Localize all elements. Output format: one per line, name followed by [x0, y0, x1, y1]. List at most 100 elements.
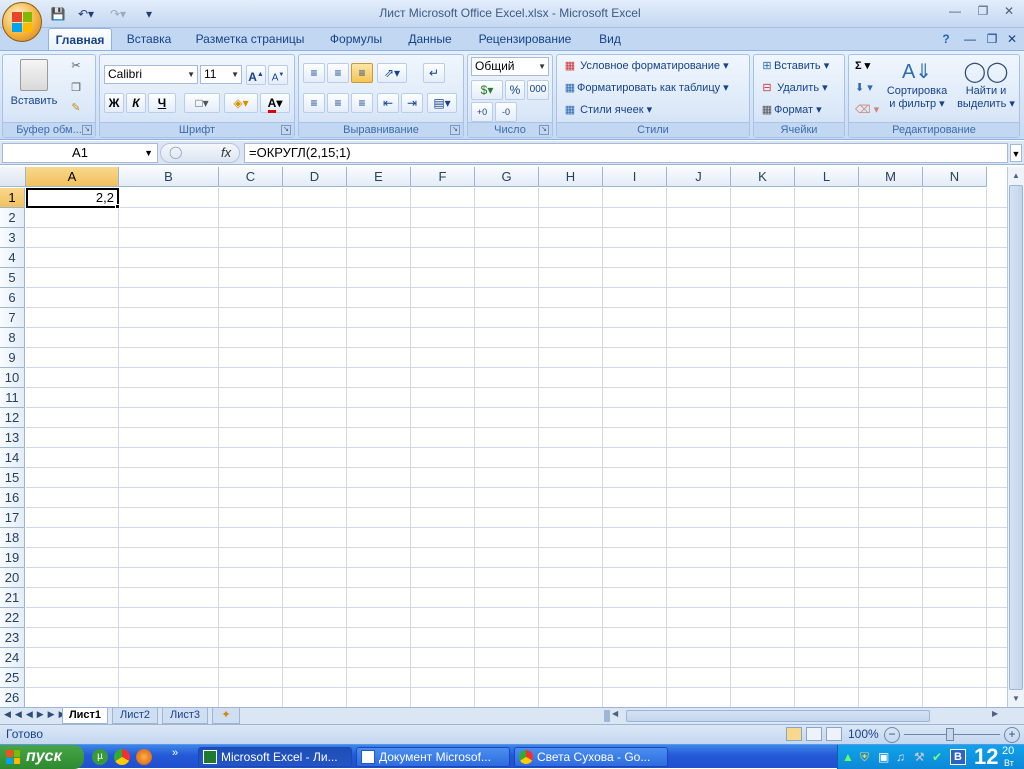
- align-right-button[interactable]: ≡: [351, 93, 373, 113]
- tab-split-handle[interactable]: [604, 710, 610, 722]
- sort-filter-button[interactable]: A⇓ Сортировка и фильтр ▾: [883, 59, 951, 110]
- row-header-17[interactable]: 17: [0, 508, 25, 528]
- shrink-font-button[interactable]: A▼: [268, 65, 288, 85]
- merge-center-button[interactable]: ▤▾: [427, 93, 457, 113]
- tab-insert[interactable]: Вставка: [118, 28, 180, 50]
- row-header-18[interactable]: 18: [0, 528, 25, 548]
- row-header-13[interactable]: 13: [0, 428, 25, 448]
- row-header-8[interactable]: 8: [0, 328, 25, 348]
- align-bottom-button[interactable]: ≡: [351, 63, 373, 83]
- cell-styles-button[interactable]: ▦ Стили ячеек ▾: [563, 103, 652, 116]
- scroll-up-icon[interactable]: ▲: [1009, 169, 1023, 183]
- row-header-23[interactable]: 23: [0, 628, 25, 648]
- insert-function-icon[interactable]: fx: [221, 145, 231, 160]
- column-header-m[interactable]: M: [859, 167, 923, 187]
- sheet-tab-3[interactable]: Лист3: [162, 708, 208, 724]
- minimize-icon[interactable]: —: [944, 3, 966, 19]
- sheet-tab-2[interactable]: Лист2: [112, 708, 158, 724]
- save-icon[interactable]: 💾: [48, 4, 68, 24]
- column-header-l[interactable]: L: [795, 167, 859, 187]
- column-header-i[interactable]: I: [603, 167, 667, 187]
- clipboard-launcher-icon[interactable]: ↘: [82, 125, 92, 135]
- orientation-button[interactable]: ⇗▾: [377, 63, 407, 83]
- scroll-right-icon[interactable]: ▶: [992, 709, 1004, 718]
- tray-monitor-icon[interactable]: ▣: [878, 750, 889, 764]
- chrome-icon[interactable]: [114, 749, 130, 765]
- grow-font-button[interactable]: A▲: [246, 65, 266, 85]
- italic-button[interactable]: К: [126, 93, 146, 113]
- customize-qat-icon[interactable]: ▾: [142, 4, 156, 24]
- column-header-k[interactable]: K: [731, 167, 795, 187]
- row-header-25[interactable]: 25: [0, 668, 25, 688]
- zoom-in-icon[interactable]: +: [1004, 727, 1020, 743]
- select-all-corner[interactable]: [0, 167, 26, 187]
- copy-icon[interactable]: ❐: [67, 81, 85, 94]
- page-layout-view-icon[interactable]: [806, 727, 822, 741]
- start-button[interactable]: пуск: [0, 745, 84, 769]
- worksheet-grid[interactable]: ABCDEFGHIJKLMN 1 2 3 4 5 6 7 8 9 10 11 12 13 14 15 16 17…: [0, 167, 1007, 708]
- fill-handle[interactable]: [115, 204, 120, 209]
- sheet-tab-1[interactable]: Лист1: [62, 708, 108, 724]
- conditional-formatting-button[interactable]: ▦ Условное форматирование ▾: [563, 59, 729, 72]
- row-header-4[interactable]: 4: [0, 248, 25, 268]
- row-header-19[interactable]: 19: [0, 548, 25, 568]
- insert-cells-button[interactable]: ⊞ Вставить ▾: [760, 59, 829, 72]
- column-header-c[interactable]: C: [219, 167, 283, 187]
- row-header-2[interactable]: 2: [0, 208, 25, 228]
- cut-icon[interactable]: ✂: [67, 59, 85, 72]
- column-header-d[interactable]: D: [283, 167, 347, 187]
- column-header-h[interactable]: H: [539, 167, 603, 187]
- vertical-scroll-thumb[interactable]: [1009, 185, 1023, 690]
- row-header-12[interactable]: 12: [0, 408, 25, 428]
- underline-button[interactable]: Ч: [148, 93, 176, 113]
- normal-view-icon[interactable]: [786, 727, 802, 741]
- tab-data[interactable]: Данные: [400, 28, 460, 50]
- column-header-e[interactable]: E: [347, 167, 411, 187]
- row-header-24[interactable]: 24: [0, 648, 25, 668]
- redo-icon[interactable]: ↷▾: [104, 4, 132, 24]
- ribbon-minimize-icon[interactable]: —: [960, 28, 980, 50]
- zoom-slider-thumb[interactable]: [946, 728, 954, 741]
- row-header-9[interactable]: 9: [0, 348, 25, 368]
- row-header-16[interactable]: 16: [0, 488, 25, 508]
- name-box[interactable]: A1 ▼: [2, 143, 158, 163]
- restore-icon[interactable]: ❐: [972, 3, 994, 19]
- find-select-button[interactable]: ◯◯ Найти и выделить ▾: [955, 59, 1017, 110]
- increase-indent-button[interactable]: ⇥: [401, 93, 423, 113]
- autosum-icon[interactable]: Σ ▾: [855, 59, 870, 72]
- undo-icon[interactable]: ↶▾: [72, 4, 100, 24]
- font-size-combo[interactable]: 11 ▼: [200, 65, 242, 84]
- row-header-5[interactable]: 5: [0, 268, 25, 288]
- align-middle-button[interactable]: ≡: [327, 63, 349, 83]
- format-painter-icon[interactable]: ✎: [67, 101, 85, 114]
- row-header-21[interactable]: 21: [0, 588, 25, 608]
- expand-formula-icon[interactable]: ▼: [1010, 144, 1022, 162]
- alignment-launcher-icon[interactable]: ↘: [450, 125, 460, 135]
- horizontal-scroll-thumb[interactable]: [626, 710, 930, 722]
- format-cells-button[interactable]: ▦ Формат ▾: [760, 103, 822, 116]
- row-header-6[interactable]: 6: [0, 288, 25, 308]
- row-header-7[interactable]: 7: [0, 308, 25, 328]
- percent-button[interactable]: %: [505, 80, 525, 100]
- firefox-icon[interactable]: [136, 749, 152, 765]
- utorrent-icon[interactable]: µ: [92, 749, 108, 765]
- wrap-text-button[interactable]: ↵: [423, 63, 445, 83]
- row-header-3[interactable]: 3: [0, 228, 25, 248]
- close-icon[interactable]: ✕: [998, 3, 1020, 19]
- formula-input[interactable]: =ОКРУГЛ(2,15;1): [244, 143, 1008, 163]
- fill-color-button[interactable]: ◈▾: [224, 93, 258, 113]
- format-as-table-button[interactable]: ▦ Форматировать как таблицу ▾: [563, 81, 729, 94]
- tray-language-icon[interactable]: B: [950, 749, 966, 765]
- column-header-n[interactable]: N: [923, 167, 987, 187]
- borders-button[interactable]: □▾: [184, 93, 220, 113]
- paste-button[interactable]: Вставить: [9, 59, 59, 109]
- column-header-f[interactable]: F: [411, 167, 475, 187]
- align-center-button[interactable]: ≡: [327, 93, 349, 113]
- tab-formulas[interactable]: Формулы: [320, 28, 392, 50]
- zoom-out-icon[interactable]: −: [884, 727, 900, 743]
- row-header-10[interactable]: 10: [0, 368, 25, 388]
- help-icon[interactable]: ?: [936, 28, 956, 50]
- cancel-entry-icon[interactable]: ◯: [169, 145, 182, 159]
- cell-a1[interactable]: 2,2: [26, 188, 119, 208]
- tab-review[interactable]: Рецензирование: [470, 28, 580, 50]
